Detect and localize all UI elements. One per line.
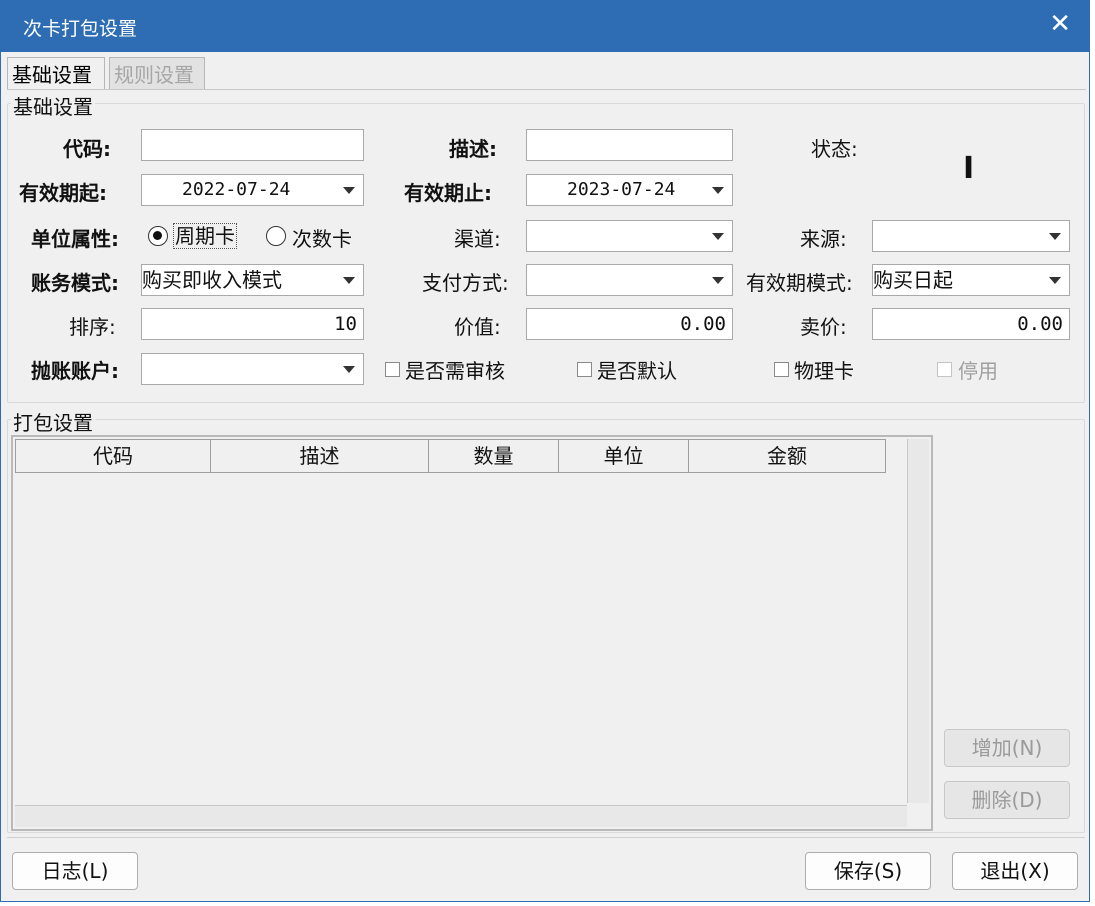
chevron-down-icon[interactable] bbox=[1049, 277, 1061, 284]
close-icon[interactable]: ✕ bbox=[1049, 9, 1071, 39]
valid-from-picker[interactable]: 2022-07-24 bbox=[141, 174, 364, 206]
add-button[interactable]: 增加(N) bbox=[944, 729, 1070, 767]
title-bar: 次卡打包设置 ✕ bbox=[1, 1, 1089, 52]
tab-divider bbox=[7, 89, 1086, 90]
column-header-qty[interactable]: 数量 bbox=[428, 439, 559, 473]
horizontal-scrollbar[interactable] bbox=[15, 805, 907, 827]
basic-settings-group-label: 基础设置 bbox=[11, 91, 95, 120]
status-value: I bbox=[963, 151, 975, 186]
disabled-checkbox bbox=[937, 362, 952, 377]
footer-divider bbox=[7, 837, 1085, 838]
valid-to-label: 有效期止: bbox=[404, 181, 492, 205]
need-audit-checkbox[interactable] bbox=[385, 362, 400, 377]
column-header-amount[interactable]: 金额 bbox=[688, 439, 886, 473]
chevron-down-icon[interactable] bbox=[343, 187, 355, 194]
source-select[interactable] bbox=[872, 220, 1070, 252]
desc-label: 描述: bbox=[449, 137, 497, 161]
worth-input[interactable]: 0.00 bbox=[526, 308, 733, 340]
code-input[interactable] bbox=[141, 129, 364, 161]
radio-count-card-label[interactable]: 次数卡 bbox=[292, 223, 352, 252]
column-header-code[interactable]: 代码 bbox=[15, 439, 211, 473]
tab-rule-settings[interactable]: 规则设置 bbox=[109, 57, 205, 89]
package-table[interactable]: 代码 描述 数量 单位 金额 bbox=[11, 435, 933, 831]
radio-period-card[interactable] bbox=[148, 226, 168, 246]
channel-label: 渠道: bbox=[454, 227, 501, 251]
valid-from-value: 2022-07-24 bbox=[182, 179, 291, 200]
need-audit-label[interactable]: 是否需审核 bbox=[405, 355, 505, 384]
physical-card-checkbox[interactable] bbox=[774, 362, 789, 377]
price-label: 卖价: bbox=[800, 315, 847, 339]
status-label: 状态: bbox=[811, 137, 858, 161]
valid-mode-label: 有效期模式: bbox=[746, 271, 853, 295]
package-settings-group-label: 打包设置 bbox=[11, 407, 95, 436]
throw-account-label: 抛账账户: bbox=[31, 359, 119, 383]
source-label: 来源: bbox=[800, 227, 847, 251]
pay-method-label: 支付方式: bbox=[422, 271, 509, 295]
sort-input[interactable]: 10 bbox=[141, 308, 364, 340]
chevron-down-icon[interactable] bbox=[712, 277, 724, 284]
exit-button[interactable]: 退出(X) bbox=[952, 852, 1078, 890]
disabled-label: 停用 bbox=[958, 359, 998, 383]
unit-attr-label: 单位属性: bbox=[31, 227, 119, 251]
throw-account-select[interactable] bbox=[141, 353, 364, 385]
dialog-window: 次卡打包设置 ✕ 基础设置 规则设置 基础设置 代码: 描述: 状态: I 有效… bbox=[0, 0, 1090, 902]
valid-to-value: 2023-07-24 bbox=[567, 179, 676, 200]
valid-mode-select[interactable]: 购买日起 bbox=[872, 264, 1070, 296]
chevron-down-icon[interactable] bbox=[712, 233, 724, 240]
radio-count-card[interactable] bbox=[266, 226, 286, 246]
delete-button[interactable]: 删除(D) bbox=[944, 781, 1070, 819]
radio-period-card-label[interactable]: 周期卡 bbox=[173, 223, 237, 249]
chevron-down-icon[interactable] bbox=[343, 277, 355, 284]
is-default-checkbox[interactable] bbox=[577, 362, 592, 377]
desc-input[interactable] bbox=[526, 129, 733, 161]
log-button[interactable]: 日志(L) bbox=[12, 852, 138, 890]
is-default-label[interactable]: 是否默认 bbox=[597, 355, 677, 384]
valid-mode-value: 购买日起 bbox=[873, 268, 953, 292]
chevron-down-icon[interactable] bbox=[1049, 233, 1061, 240]
code-label: 代码: bbox=[63, 137, 111, 161]
account-mode-label: 账务模式: bbox=[31, 271, 119, 295]
save-button[interactable]: 保存(S) bbox=[805, 852, 931, 890]
chevron-down-icon[interactable] bbox=[712, 187, 724, 194]
vertical-scrollbar[interactable] bbox=[907, 439, 929, 803]
physical-card-label[interactable]: 物理卡 bbox=[794, 355, 854, 384]
column-header-unit[interactable]: 单位 bbox=[558, 439, 689, 473]
pay-method-select[interactable] bbox=[526, 264, 733, 296]
sort-label: 排序: bbox=[69, 315, 116, 339]
column-header-desc[interactable]: 描述 bbox=[210, 439, 429, 473]
valid-to-picker[interactable]: 2023-07-24 bbox=[526, 174, 733, 206]
account-mode-select[interactable]: 购买即收入模式 bbox=[141, 264, 364, 296]
account-mode-value: 购买即收入模式 bbox=[142, 268, 282, 292]
tab-basic-settings[interactable]: 基础设置 bbox=[7, 57, 105, 89]
chevron-down-icon[interactable] bbox=[343, 366, 355, 373]
worth-label: 价值: bbox=[454, 315, 501, 339]
valid-from-label: 有效期起: bbox=[19, 181, 107, 205]
channel-select[interactable] bbox=[526, 220, 733, 252]
price-input[interactable]: 0.00 bbox=[872, 308, 1070, 340]
window-title: 次卡打包设置 bbox=[23, 18, 138, 40]
